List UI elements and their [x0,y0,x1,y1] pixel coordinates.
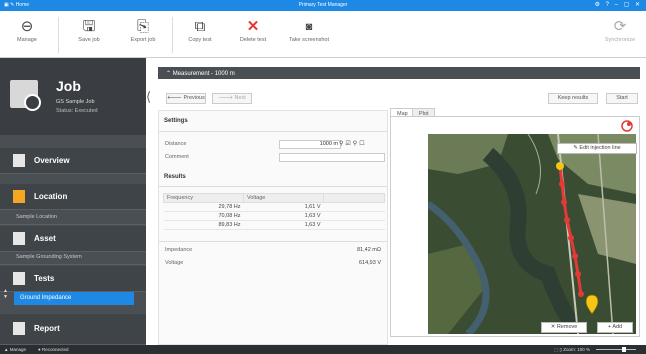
sidebar-subitem-location[interactable]: Sample Location [16,214,57,220]
brand-logo-icon [621,120,633,132]
settings-title: Settings [164,118,188,124]
sidebar-item-location[interactable]: Location [0,184,146,210]
map-panel: ✎ Edit injection line ✕ Remove + Add [390,116,640,337]
export-icon: ⎘ [136,18,149,35]
job-name: GS Sample Job [56,99,95,105]
column-header [323,193,385,203]
sidebar-item-overview[interactable]: Overview [0,148,146,174]
keep-results-button[interactable]: Keep results [548,93,598,104]
voltage-value: 614,93 V [358,260,381,266]
edit-injection-line-button[interactable]: ✎ Edit injection line [557,143,637,154]
manage-button[interactable]: ⊖ Manage [10,17,44,53]
reorder-arrows-icon[interactable]: ▲ ▼ [3,288,8,300]
impedance-label: Impedance [165,247,193,253]
divider [0,264,146,265]
zoom-level: ⬚ ▯ Zoom: 100 % [554,347,590,352]
location-icon [13,190,25,203]
sidebar-subitem-ground-impedance[interactable]: Ground Impedance [14,292,134,305]
sidebar: Job GS Sample Job Status: Executed Overv… [0,58,146,345]
ribbon-toolbar: ⊖ Manage 🖫 Save job ⎘ Export job ⧉ Copy … [0,11,646,58]
synchronize-button[interactable]: ⟳ Synchronize [600,17,640,53]
copy-icon: ⧉ [194,18,206,35]
start-button[interactable]: Start [606,93,638,104]
asset-icon [13,232,25,245]
main-content: ⌃ Measurement - 1000 m 🡐 Previous 🡒 Next… [154,58,646,345]
job-icon [10,80,41,111]
comment-label: Comment [165,154,189,160]
distance-input[interactable]: 1000 m [279,140,341,149]
measurement-header[interactable]: ⌃ Measurement - 1000 m [158,67,640,79]
arrow-right-icon: 🡒 [218,95,235,101]
zoom-slider[interactable] [596,349,636,350]
job-status: Status: Executed [56,108,98,114]
zoom-slider-handle[interactable] [622,347,626,352]
ribbon-separator [172,17,173,53]
sidebar-item-tests[interactable]: Tests [0,266,146,292]
save-job-button[interactable]: 🖫 Save job [72,17,106,53]
previous-button[interactable]: 🡐 Previous [166,93,206,104]
sidebar-subitem-asset[interactable]: Sample Grounding System [16,254,82,260]
delete-x-icon: ✕ [246,18,260,35]
comment-input[interactable] [279,153,385,162]
ribbon-separator [58,17,59,53]
delete-test-button[interactable]: ✕ Delete test [234,17,272,53]
table-row[interactable]: 89,83 Hz 1,63 V [163,220,385,230]
save-icon: 🖫 [82,18,96,35]
results-title: Results [164,174,186,180]
remove-button[interactable]: ✕ Remove [541,322,587,333]
column-header: Voltage [243,193,324,203]
sidebar-item-asset[interactable]: Asset [0,226,146,252]
copy-test-button[interactable]: ⧉ Copy test [182,17,218,53]
divider [159,186,387,187]
table-row[interactable]: 70,08 Hz 1,63 V [163,211,385,221]
voltage-label: Voltage [165,260,184,266]
report-icon [13,322,25,335]
arrow-left-icon: 🡐 [167,95,184,101]
divider [0,224,146,225]
column-header: Frequency [163,193,244,203]
next-button[interactable]: 🡒 Next [212,93,252,104]
synchronize-icon: ⟳ [613,18,627,35]
add-button[interactable]: + Add [597,322,633,333]
export-job-button[interactable]: ⎘ Export job [124,17,162,53]
title-bar: ▣ ✎ Home Primary Test Manager ⚙ ? – ▢ ✕ [0,0,646,11]
back-circle-icon: ⊖ [20,18,34,35]
tests-icon [13,272,25,285]
job-title: Job [56,78,81,94]
sidebar-item-report[interactable]: Report [0,314,146,345]
results-table: Frequency Voltage 29,78 Hz 1,61 V 70,08 … [163,193,385,230]
status-manage[interactable]: ▲ Manage [4,347,26,352]
job-header: Job GS Sample Job Status: Executed [0,58,146,135]
app-title: Primary Test Manager [298,2,348,8]
table-row[interactable]: 29,78 Hz 1,61 V [163,202,385,212]
satellite-map[interactable] [428,134,636,334]
overview-icon [13,154,25,167]
take-screenshot-button[interactable]: ◙ Take screenshot [284,17,334,53]
checkbox-icon[interactable]: ☑ [345,141,352,147]
distance-tools[interactable]: ⚲☑⚲☐ [339,140,367,147]
distance-label: Distance [165,141,187,147]
status-bar: ▲ Manage ● Reconnected ⬚ ▯ Zoom: 100 % [0,345,646,354]
connection-status: ● Reconnected [38,347,69,352]
empty-checkbox-icon[interactable]: ☐ [359,141,366,147]
collapse-sidebar-icon[interactable]: ⟨ [146,89,151,105]
collapse-icon: ⌃ [166,71,173,77]
impedance-value: 81,42 mΩ [357,247,381,253]
divider [159,241,387,242]
window-controls[interactable]: ⚙ ? – ▢ ✕ [595,1,642,8]
divider [159,131,387,132]
camera-icon: ◙ [305,21,313,33]
